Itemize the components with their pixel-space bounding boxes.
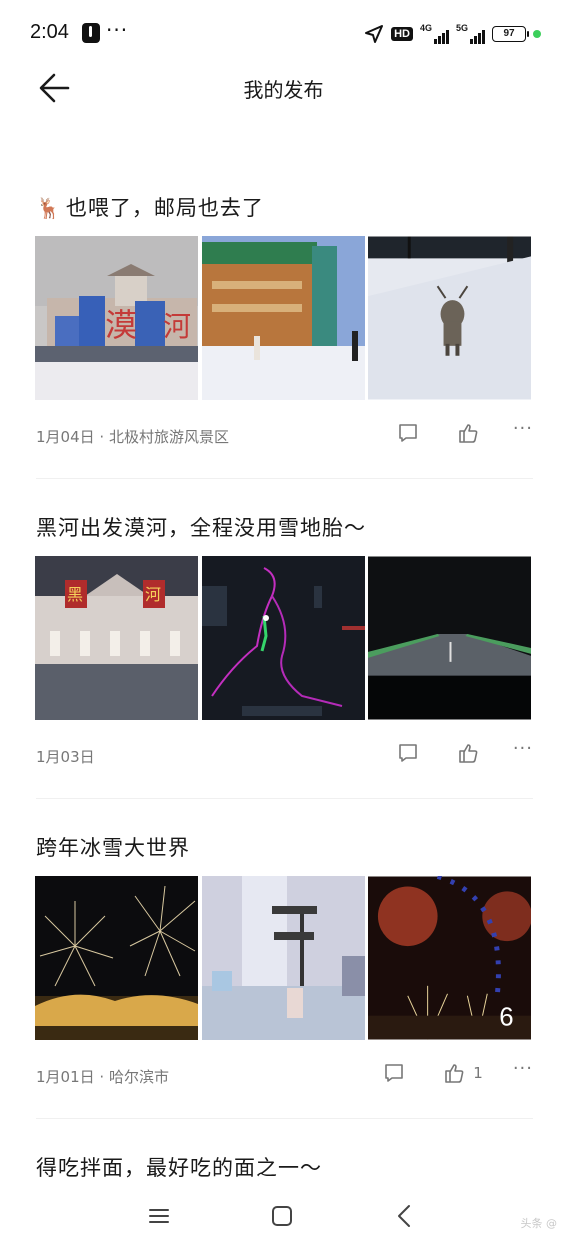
post-actions: ··· [397, 740, 533, 766]
like-button[interactable] [457, 742, 479, 764]
meta-separator: · [94, 1068, 109, 1086]
post-title: 得吃拌面，最好吃的面之一～ [36, 1156, 322, 1180]
photo-thumbnail[interactable] [202, 236, 365, 400]
comment-button[interactable] [397, 422, 419, 444]
comment-button[interactable] [383, 1062, 405, 1084]
battery-icon: 97 [492, 26, 529, 42]
status-bar: 2:04 ··· HD 4G 5G 97 [0, 0, 567, 66]
tiktok-icon [82, 23, 100, 43]
post-meta: 1月01日 · 哈尔滨市 [36, 1066, 169, 1087]
svg-text:河: 河 [145, 585, 161, 604]
post-date: 1月03日 [36, 748, 95, 766]
post-title: 跨年冰雪大世界 [36, 836, 190, 860]
post-card[interactable]: 黑河出发漠河，全程没用雪地胎～ 黑 河 1月03日 ··· [0, 512, 567, 799]
photo-thumbnail[interactable] [368, 236, 531, 400]
post-card[interactable]: 🦌 也喂了，邮局也去了 漠 河 1月04日 · 北极村旅游风景区 ··· [0, 192, 567, 479]
svg-text:黑: 黑 [67, 585, 83, 604]
more-options-button[interactable]: ··· [513, 1060, 533, 1083]
post-meta: 1月03日 [36, 746, 95, 767]
divider [36, 798, 533, 799]
photo-grid: 黑 河 [35, 556, 532, 720]
signal-icon-2: 5G [456, 23, 485, 44]
status-overflow: ··· [106, 18, 129, 42]
post-actions: 1 ··· [383, 1060, 533, 1086]
divider [36, 478, 533, 479]
more-options-button[interactable]: ··· [513, 740, 533, 763]
network-type-label-2: 5G [456, 23, 469, 33]
signal-icon: 4G [420, 23, 449, 44]
photo-thumbnail[interactable]: 6 [368, 876, 531, 1040]
page-title: 我的发布 [243, 78, 324, 102]
svg-text:河: 河 [163, 310, 191, 343]
comment-button[interactable] [397, 742, 419, 764]
photo-grid: 漠 河 [35, 236, 532, 400]
system-nav-bar: 头条 @ [0, 1195, 567, 1235]
post-title: 🦌 也喂了，邮局也去了 [36, 192, 264, 222]
back-chevron-icon[interactable] [396, 1203, 412, 1229]
like-button[interactable]: 1 [443, 1062, 483, 1084]
photo-thumbnail[interactable] [368, 556, 531, 720]
thumbs-up-icon [459, 744, 478, 763]
app-header: 我的发布 [0, 66, 567, 110]
photo-count-badge: 6 [499, 1004, 513, 1032]
more-options-button[interactable]: ··· [513, 420, 533, 443]
location-arrow-icon [365, 25, 384, 43]
photo-thumbnail[interactable] [35, 876, 198, 1040]
hd-icon: HD [391, 27, 413, 41]
thumbs-up-icon [459, 424, 478, 443]
post-title-text: 也喂了，邮局也去了 [65, 196, 264, 220]
post-date: 1月04日 [36, 428, 95, 446]
comment-icon [385, 1064, 404, 1082]
home-square-icon[interactable] [271, 1205, 293, 1227]
post-actions: ··· [397, 420, 533, 446]
comment-icon [399, 744, 417, 762]
like-button[interactable] [457, 422, 479, 444]
photo-thumbnail[interactable]: 漠 河 [35, 236, 198, 400]
comment-icon [399, 424, 417, 442]
photo-grid: 6 [35, 876, 532, 1040]
photo-thumbnail[interactable]: 黑 河 [35, 556, 198, 720]
photo-thumbnail[interactable] [202, 876, 365, 1040]
post-location: 哈尔滨市 [108, 1068, 169, 1086]
network-type-label: 4G [420, 23, 433, 33]
status-indicators: HD 4G 5G 97 [364, 22, 541, 46]
menu-icon[interactable] [148, 1207, 170, 1225]
divider [36, 1118, 533, 1119]
post-date: 1月01日 [36, 1068, 95, 1086]
thumbs-up-icon [445, 1064, 464, 1083]
privacy-indicator [533, 30, 541, 38]
status-time: 2:04 [30, 21, 69, 43]
post-card[interactable]: 跨年冰雪大世界 6 1月01日 · 哈尔滨市 1 ··· [0, 832, 567, 1119]
post-meta: 1月04日 · 北极村旅游风景区 [36, 426, 229, 447]
post-title: 黑河出发漠河，全程没用雪地胎～ [36, 516, 366, 540]
svg-text:漠: 漠 [105, 306, 137, 344]
deer-emoji: 🦌 [36, 196, 62, 220]
post-card[interactable]: 得吃拌面，最好吃的面之一～ [0, 1152, 567, 1192]
photo-thumbnail[interactable] [202, 556, 365, 720]
meta-separator: · [94, 428, 109, 446]
like-count: 1 [473, 1064, 483, 1082]
post-location: 北极村旅游风景区 [108, 428, 229, 446]
watermark: 头条 @ [520, 1217, 558, 1230]
